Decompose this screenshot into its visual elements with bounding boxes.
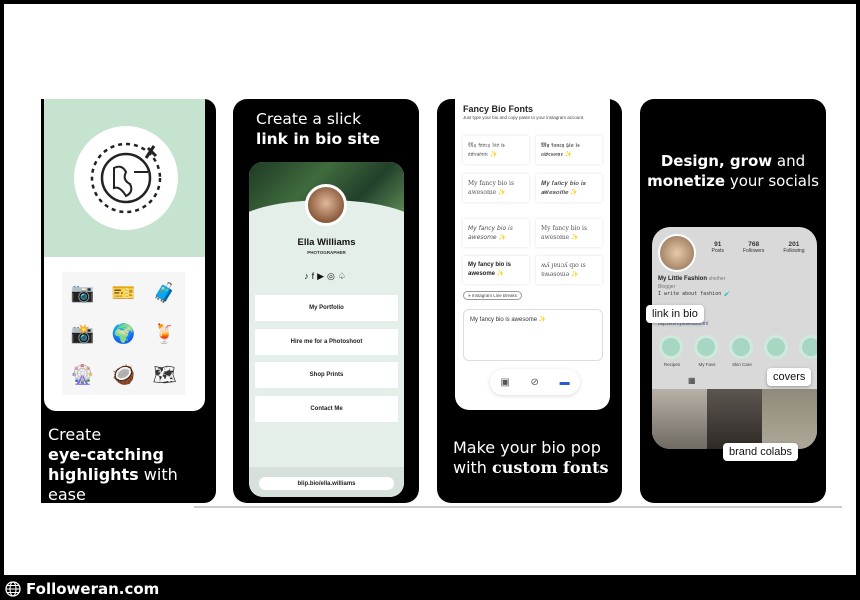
brand-colabs-tag: brand colabs — [723, 443, 798, 461]
highlight[interactable] — [764, 335, 788, 359]
avatar — [305, 184, 347, 226]
highlight-recipes[interactable] — [659, 335, 683, 359]
screenshot-design-grow: Design, grow and monetize your socials 9… — [640, 99, 826, 503]
profile-role: PHOTOGRAPHER — [307, 250, 346, 255]
stat-followers: 768 Followers — [742, 241, 765, 254]
link-button-contact[interactable]: Contact Me — [255, 396, 398, 422]
title: Design, grow and monetize your socials — [640, 151, 826, 191]
drink-icon: 🍹 — [152, 323, 177, 345]
image-icon[interactable]: ▣ — [500, 377, 509, 388]
ferris-wheel-icon: 🎡 — [70, 364, 95, 386]
globe-icon: 🌍 — [111, 323, 136, 345]
brand-name: Followeran.com — [26, 580, 160, 598]
canvas: 📷 🎫 🧳 📸 🌍 🍹 🎡 🥥 🗺 Create eye-catching hi… — [4, 4, 856, 575]
highlight-my-favs[interactable] — [694, 335, 718, 359]
app-subtitle: Just type your bio and copy paste to you… — [463, 115, 585, 120]
social-icons: ♪f▶◎♤ — [249, 271, 404, 282]
caption-line: eye-catching — [48, 445, 164, 464]
link-in-bio-tag: link in bio — [646, 305, 704, 323]
youtube-icon[interactable]: ▶ — [317, 271, 327, 281]
profile-avatar — [658, 234, 696, 272]
grid-icon[interactable]: ▦ — [688, 376, 696, 385]
font-sample[interactable]: 𝘔𝘺 𝘧𝘢𝘯𝘤𝘺 𝘣𝘪𝘰 𝘪𝘴 𝘢𝘸𝘦𝘴𝘰𝘮𝘦 ✨ — [463, 219, 529, 247]
stat-following: 201 Following — [783, 241, 805, 254]
chat-icon[interactable]: ▬ — [560, 377, 570, 388]
divider — [194, 506, 842, 508]
phone-screen: 91 Posts 768 Followers 201 Following My Lit… — [652, 227, 817, 449]
stat-posts: 91 Posts — [711, 241, 724, 254]
tiktok-icon[interactable]: ♪ — [304, 271, 312, 281]
globe-plane-icon — [74, 126, 178, 230]
highlight-skin-care[interactable] — [729, 335, 753, 359]
globe-icon — [5, 581, 21, 597]
link-button-shop[interactable]: Shop Prints — [255, 362, 398, 388]
font-sample[interactable]: 𝔐𝔶 𝔣𝔞𝔫𝔠𝔶 𝔟𝔦𝔬 𝔦𝔰 𝔞𝔴𝔢𝔰𝔬𝔪𝔢 ✨ — [463, 136, 529, 164]
font-sample[interactable]: 𝕸𝖞 𝖋𝖆𝖓𝖈𝖞 𝖇𝖎𝖔 𝖎𝖘 𝖆𝖜𝖊𝖘𝖔𝖒𝖊 ✨ — [536, 136, 602, 164]
title-line: monetize your socials — [647, 172, 819, 190]
footer-brand: Followeran.com — [5, 580, 159, 598]
compass-icon[interactable]: ⊘ — [531, 377, 539, 388]
bio-input[interactable]: My fancy bio is awesome ✨ — [463, 309, 603, 361]
instagram-icon[interactable]: ◎ — [327, 271, 338, 281]
profile-bio: I write about fashion 🧪 — [658, 291, 731, 297]
highlight-label: My Favs — [698, 362, 716, 367]
screenshot-link-in-bio: Create a slick link in bio site Ella Wil… — [233, 99, 419, 503]
highlight[interactable] — [799, 335, 817, 359]
profile-url[interactable]: blip.bio/ella.williams — [259, 477, 394, 490]
line-breaks-toggle[interactable]: ● Instagram Line Breaks — [463, 291, 523, 300]
toggle-label: Instagram Line Breaks — [471, 293, 518, 298]
font-sample[interactable]: ʍʎ ɟɐuɔʎ qıo ıs ɐʍǝsoɯǝ ✨ — [536, 256, 602, 284]
toggle-dot-icon: ● — [468, 293, 471, 298]
post-image[interactable] — [707, 389, 762, 449]
highlight-card: 📷 🎫 🧳 📸 🌍 🍹 🎡 🥥 🗺 — [44, 99, 205, 411]
title-line: Design, grow and — [660, 152, 806, 170]
map-icon: 🗺 — [152, 364, 177, 386]
title-line: link in bio site — [256, 130, 381, 148]
ticket-icon: 🎫 — [111, 282, 136, 304]
title-line: Create a slick — [256, 110, 362, 128]
caption: Make your bio pop with custom fonts — [453, 438, 609, 478]
profile-name: My Little Fashion she/her — [658, 276, 726, 282]
profile-stats: 91 Posts 768 Followers 201 Following — [702, 241, 814, 254]
link-button-photoshoot[interactable]: Hire me for a Photoshoot — [255, 329, 398, 355]
app-title: Fancy Bio Fonts — [463, 104, 534, 114]
highlight-label: Skin Care — [732, 362, 752, 367]
post-image[interactable] — [652, 389, 707, 449]
phone-screen: Fancy Bio Fonts Just type your bio and c… — [455, 99, 610, 410]
post-image[interactable] — [762, 389, 817, 449]
suitcase-icon: 🧳 — [152, 282, 177, 304]
icon-grid: 📷 🎫 🧳 📸 🌍 🍹 🎡 🥥 🗺 — [62, 272, 185, 395]
caption: Create eye-catching highlights with ease — [48, 425, 216, 503]
camera-icon: 📷 — [70, 282, 95, 304]
title: Create a slick link in bio site — [256, 109, 380, 149]
snapchat-icon[interactable]: ♤ — [338, 271, 349, 281]
caption-line: Make your bio pop — [453, 438, 601, 457]
font-sample[interactable]: My fancy bio is awesome ✨ — [536, 219, 602, 247]
screenshot-fonts: Fancy Bio Fonts Just type your bio and c… — [437, 99, 622, 503]
bottom-nav: ▣ ⊘ ▬ — [490, 369, 580, 395]
caption-line: with custom fonts — [453, 458, 609, 477]
font-sample[interactable]: My fancy bio is awesome ✨ — [463, 174, 529, 202]
phone-screen: Ella Williams PHOTOGRAPHER ♪f▶◎♤ My Port… — [249, 162, 404, 497]
link-button-portfolio[interactable]: My Portfolio — [255, 295, 398, 321]
font-sample[interactable]: 𝑴𝒚 𝒇𝒂𝒏𝒄𝒚 𝒃𝒊𝒐 𝒊𝒔 𝒂𝒘𝒆𝒔𝒐𝒎𝒆 ✨ — [536, 174, 602, 202]
profile-name: Ella Williams — [297, 237, 356, 248]
font-sample[interactable]: My fancy bio is awesome ✨ — [463, 256, 529, 284]
coconut-icon: 🥥 — [111, 364, 136, 386]
screenshot-highlights: 📷 🎫 🧳 📸 🌍 🍹 🎡 🥥 🗺 Create eye-catching hi… — [41, 99, 216, 503]
caption-line: highlights with ease — [48, 465, 178, 503]
caption-line: Create — [48, 425, 102, 444]
profile-category: Blogger — [658, 284, 676, 290]
covers-tag: covers — [767, 368, 812, 386]
instant-camera-icon: 📸 — [70, 323, 95, 345]
highlight-label: Recipes — [663, 362, 681, 367]
